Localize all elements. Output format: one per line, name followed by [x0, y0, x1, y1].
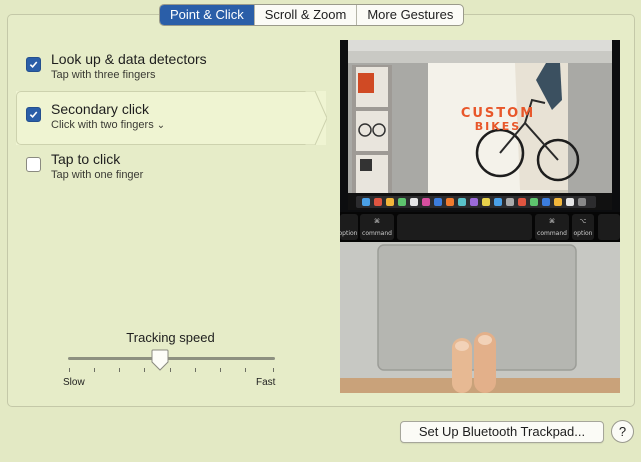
setup-bluetooth-trackpad-button[interactable]: Set Up Bluetooth Trackpad...: [400, 421, 604, 443]
slider-tick: [69, 368, 70, 372]
tap-to-click-checkbox[interactable]: [26, 157, 41, 172]
option-subtitle: Click with two fingers: [51, 119, 154, 131]
option-title: Secondary click: [51, 101, 150, 117]
chevron-down-icon: ⌄: [156, 120, 166, 131]
tab-bar: Point & Click Scroll & Zoom More Gesture…: [159, 4, 465, 26]
slider-tick: [119, 368, 120, 372]
slider-tick: [170, 368, 171, 372]
selected-option-highlight: [16, 91, 327, 145]
option-subtitle: Tap with three fingers: [51, 69, 156, 81]
option-title: Tap to click: [51, 151, 121, 167]
slider-tick: [245, 368, 246, 372]
command-key-label: command: [362, 230, 392, 237]
command-key-label-right: command: [537, 230, 567, 237]
look-up-checkbox[interactable]: [26, 57, 41, 72]
tab-scroll-and-zoom[interactable]: Scroll & Zoom: [255, 5, 358, 25]
poster-title-line1: CUSTOM: [461, 106, 535, 121]
command-key-symbol-right: ⌘: [549, 218, 555, 225]
slider-tick: [195, 368, 196, 372]
secondary-click-menu[interactable]: Click with two fingers ⌄: [51, 119, 165, 131]
checkmark-icon: [29, 111, 38, 119]
slider-max-label: Fast: [256, 377, 276, 388]
command-key-symbol: ⌘: [374, 218, 380, 225]
tab-point-and-click[interactable]: Point & Click: [160, 5, 255, 25]
slider-tick: [144, 368, 145, 372]
checkmark-icon: [29, 61, 38, 69]
slider-tick: [94, 368, 95, 372]
option-subtitle: Tap with one finger: [51, 169, 144, 181]
poster-title-line2: BIKES: [475, 120, 521, 133]
tracking-speed-slider[interactable]: [68, 357, 275, 360]
option-key-symbol: ⌥: [580, 218, 587, 225]
option-title: Look up & data detectors: [51, 51, 207, 67]
tab-more-gestures[interactable]: More Gestures: [357, 5, 463, 25]
slider-tick: [273, 368, 274, 372]
gesture-preview-video: CUSTOM BIKES ⌘ command ⌘ command ⌥ optio…: [340, 40, 620, 393]
secondary-click-checkbox[interactable]: [26, 107, 41, 122]
slider-tick: [220, 368, 221, 372]
slider-min-label: Slow: [63, 377, 85, 388]
option-key-label-right: option: [574, 230, 593, 237]
option-key-label-left: option: [340, 230, 358, 237]
help-button[interactable]: ?: [611, 420, 634, 443]
tracking-speed-label: Tracking speed: [126, 330, 215, 345]
tracking-speed-slider-thumb[interactable]: [151, 349, 169, 376]
